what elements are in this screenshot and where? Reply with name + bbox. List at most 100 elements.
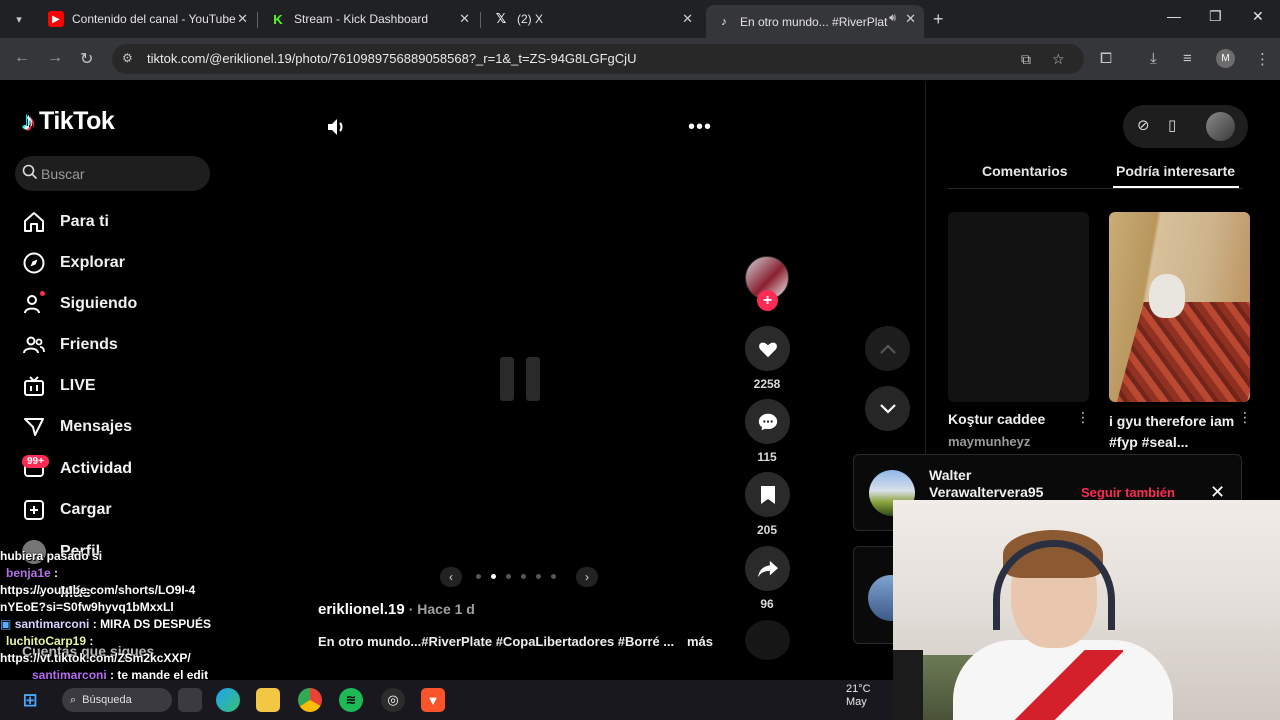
post-options-icon[interactable]: •••: [688, 116, 712, 139]
windows-start-icon[interactable]: ⊞: [18, 688, 42, 712]
close-icon[interactable]: ✕: [237, 11, 248, 27]
tiktok-logo[interactable]: ♪ TikTok: [22, 106, 115, 137]
weather-widget[interactable]: 21°C May: [846, 683, 871, 709]
chat-user: benja1e: [6, 566, 51, 580]
obs-icon[interactable]: ◎: [381, 688, 405, 712]
video-options-icon[interactable]: ⋮: [1076, 409, 1090, 426]
minimize-icon[interactable]: —: [1167, 8, 1181, 24]
nav-item-siguiendo[interactable]: Siguiendo: [20, 288, 210, 320]
bookmark-star-icon[interactable]: ☆: [1052, 51, 1065, 68]
search-box[interactable]: [15, 156, 210, 191]
carousel-dot[interactable]: [506, 574, 511, 579]
chat-line: https://vt.tiktok.com/ZSm2kcXXP/: [0, 650, 300, 667]
search-icon: ⌕: [70, 693, 77, 706]
browser-menu-icon[interactable]: ⋮: [1255, 50, 1270, 68]
tab-tiktok[interactable]: ♪ En otro mundo... #RiverPlat 🔊︎ ✕: [706, 5, 924, 38]
share-button[interactable]: [745, 546, 790, 591]
nav-item-para-ti[interactable]: Para ti: [20, 206, 210, 238]
back-icon[interactable]: ←: [14, 49, 30, 67]
webcam-chair: [893, 650, 923, 720]
tab-title: Contenido del canal - YouTube: [72, 12, 236, 26]
comment-button[interactable]: [745, 399, 790, 444]
follow-plus-button[interactable]: +: [757, 290, 778, 311]
carousel-dot[interactable]: [491, 574, 496, 579]
tab-comentarios[interactable]: Comentarios: [982, 163, 1068, 179]
window-close-icon[interactable]: ✕: [1252, 8, 1264, 25]
video-options-icon[interactable]: ⋮: [1238, 409, 1252, 426]
tab-kick[interactable]: K Stream - Kick Dashboard ✕: [260, 5, 478, 33]
nav-item-cargar[interactable]: Cargar: [20, 494, 210, 526]
tab-youtube[interactable]: ▶ Contenido del canal - YouTube ✕: [38, 5, 256, 33]
previous-video-button[interactable]: [865, 326, 910, 371]
pause-icon[interactable]: [500, 357, 540, 401]
browser-toolbar: ← → ↻ ⚙ tiktok.com/@eriklionel.19/photo/…: [0, 38, 1280, 80]
taskbar-search[interactable]: ⌕ Búsqueda: [62, 688, 172, 712]
carousel-dots: [476, 574, 566, 579]
carousel-next-icon[interactable]: ›: [576, 567, 598, 587]
video-title[interactable]: Koştur caddee: [948, 411, 1045, 427]
music-disc[interactable]: [745, 620, 790, 660]
chat-line: benja1e :: [0, 565, 300, 582]
video-thumbnail[interactable]: [948, 212, 1089, 402]
thumbnail-rug: [1114, 302, 1250, 402]
next-video-button[interactable]: [865, 386, 910, 431]
chat-user: santimarconi: [14, 617, 90, 631]
url-text[interactable]: tiktok.com/@eriklionel.19/photo/76109897…: [147, 51, 636, 66]
forward-icon[interactable]: →: [47, 49, 63, 67]
speaker-icon[interactable]: 🔊︎: [889, 12, 896, 25]
reload-icon[interactable]: ↻: [80, 49, 93, 69]
address-bar[interactable]: ⚙ tiktok.com/@eriklionel.19/photo/761098…: [112, 44, 1084, 74]
brave-icon[interactable]: ▼: [421, 688, 445, 712]
tab-search-icon[interactable]: ▾: [8, 8, 30, 30]
search-input[interactable]: [41, 156, 201, 191]
file-explorer-icon[interactable]: [256, 688, 280, 712]
carousel-dot[interactable]: [476, 574, 481, 579]
carousel-dot[interactable]: [551, 574, 556, 579]
tab-podria-interesarte[interactable]: Podría interesarte: [1116, 163, 1235, 179]
post-author[interactable]: eriklionel.19 · Hace 1 d: [318, 601, 475, 618]
like-button[interactable]: [745, 326, 790, 371]
spotify-icon[interactable]: ≋: [339, 688, 363, 712]
nav-item-friends[interactable]: Friends: [20, 329, 210, 361]
author-username[interactable]: eriklionel.19: [318, 601, 405, 618]
video-title[interactable]: i gyu therefore iam #fyp #seal...: [1109, 411, 1239, 453]
carousel-dot[interactable]: [536, 574, 541, 579]
sound-icon[interactable]: [324, 115, 348, 139]
active-tab-indicator: [1113, 186, 1239, 188]
media-control-icon[interactable]: ≡: [1183, 50, 1192, 67]
nav-item-mensajes[interactable]: Mensajes: [20, 411, 210, 443]
save-button[interactable]: [745, 472, 790, 517]
new-tab-icon[interactable]: +: [933, 9, 944, 30]
tab-x[interactable]: 𝕏 (2) X ✕: [483, 5, 701, 33]
chrome-icon[interactable]: [298, 688, 322, 712]
chat-line: ▣ santimarconi : MIRA DS DESPUÉS: [0, 616, 300, 633]
edge-icon[interactable]: [216, 688, 240, 712]
profile-avatar[interactable]: M: [1216, 49, 1235, 68]
follow-too-button[interactable]: Seguir también: [1081, 485, 1175, 500]
suggested-name[interactable]: Walter Verawaltervera95: [929, 467, 1059, 501]
nav-item-live[interactable]: LIVE: [20, 370, 210, 402]
close-icon[interactable]: ✕: [459, 11, 470, 27]
task-view-icon[interactable]: [178, 688, 202, 712]
video-thumbnail[interactable]: [1109, 212, 1250, 402]
bookmark-icon: [760, 485, 775, 504]
download-icon[interactable]: ⤓: [1150, 50, 1157, 67]
carousel-dot[interactable]: [521, 574, 526, 579]
video-author[interactable]: maymunheyz: [948, 434, 1030, 449]
carousel-prev-icon[interactable]: ‹: [440, 567, 462, 587]
share-count: 96: [760, 597, 774, 611]
close-icon[interactable]: ✕: [682, 11, 693, 27]
compass-icon[interactable]: ⊘: [1137, 116, 1150, 134]
phone-icon[interactable]: ▯: [1168, 116, 1176, 134]
install-app-icon[interactable]: ⧉: [1021, 51, 1031, 68]
nav-item-actividad[interactable]: Actividad: [20, 453, 210, 485]
chevron-down-icon: [879, 403, 896, 414]
site-info-icon[interactable]: ⚙: [122, 51, 138, 67]
close-icon[interactable]: ✕: [905, 11, 916, 27]
nav-item-explorar[interactable]: Explorar: [20, 247, 210, 279]
caption-more-link[interactable]: más: [687, 634, 713, 649]
extensions-icon[interactable]: ⧠: [1100, 50, 1112, 67]
maximize-icon[interactable]: ❐: [1209, 8, 1222, 25]
nav-label: Explorar: [60, 254, 125, 271]
user-avatar[interactable]: [1206, 112, 1235, 141]
